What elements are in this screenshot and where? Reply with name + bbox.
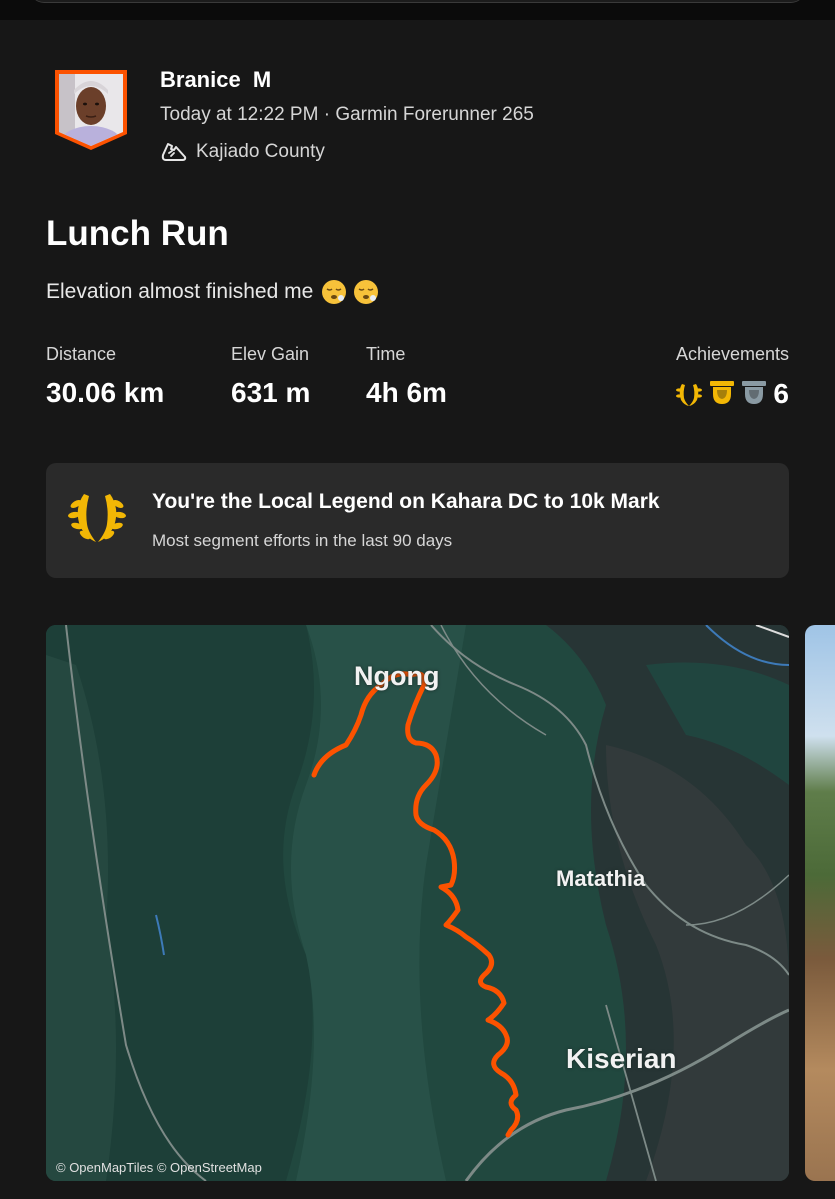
previous-card-edge bbox=[0, 0, 835, 20]
local-legend-laurel-icon bbox=[676, 384, 703, 406]
location-label: Kajiado County bbox=[196, 141, 325, 162]
stat-elevation-gain: Elev Gain 631 m bbox=[231, 344, 310, 409]
gold-trophy-icon bbox=[710, 381, 735, 404]
activity-timestamp-device: Today at 12:22 PM · Garmin Forerunner 26… bbox=[160, 104, 534, 125]
achievements-count: 6 bbox=[773, 378, 789, 409]
activity-description: Elevation almost finished me bbox=[46, 279, 379, 305]
local-legend-laurel-icon bbox=[68, 494, 126, 542]
map-terrain bbox=[46, 625, 789, 1181]
stat-label: Elev Gain bbox=[231, 344, 310, 364]
stat-label: Time bbox=[366, 344, 406, 364]
stat-distance: Distance 30.06 km bbox=[46, 344, 164, 409]
athlete-avatar[interactable] bbox=[53, 70, 129, 150]
description-text: Elevation almost finished me bbox=[46, 280, 314, 303]
running-shoe-icon bbox=[161, 143, 187, 161]
local-legend-card[interactable]: You're the Local Legend on Kahara DC to … bbox=[46, 463, 789, 578]
stat-value: 631 m bbox=[231, 377, 311, 408]
activity-location: Kajiado County bbox=[160, 138, 325, 166]
achievements-summary[interactable]: Achievements 6 bbox=[671, 344, 789, 411]
map-place-ngong: Ngong bbox=[354, 661, 440, 691]
stat-label: Distance bbox=[46, 344, 117, 364]
achievements-label: Achievements bbox=[675, 344, 789, 364]
stat-value: 4h 6m bbox=[366, 377, 447, 408]
stat-value: 30.06 km bbox=[46, 377, 165, 408]
map-attribution: © OpenMapTiles © OpenStreetMap bbox=[56, 1160, 262, 1175]
exhausted-face-emoji bbox=[322, 280, 347, 304]
activity-photo-thumbnail[interactable] bbox=[805, 625, 835, 1181]
route-map[interactable]: Ngong Matathia Kiserian © OpenMapTiles ©… bbox=[46, 625, 789, 1181]
exhausted-face-emoji bbox=[354, 280, 379, 304]
local-legend-title: You're the Local Legend on Kahara DC to … bbox=[152, 490, 660, 513]
activity-title[interactable]: Lunch Run bbox=[46, 214, 229, 254]
map-place-matathia: Matathia bbox=[556, 866, 646, 891]
athlete-name[interactable]: Branice M bbox=[160, 67, 271, 93]
silver-trophy-icon bbox=[742, 381, 767, 404]
map-place-kiserian: Kiserian bbox=[566, 1043, 677, 1074]
local-legend-subtitle: Most segment efforts in the last 90 days bbox=[152, 531, 453, 550]
stat-time: Time 4h 6m bbox=[366, 344, 447, 409]
